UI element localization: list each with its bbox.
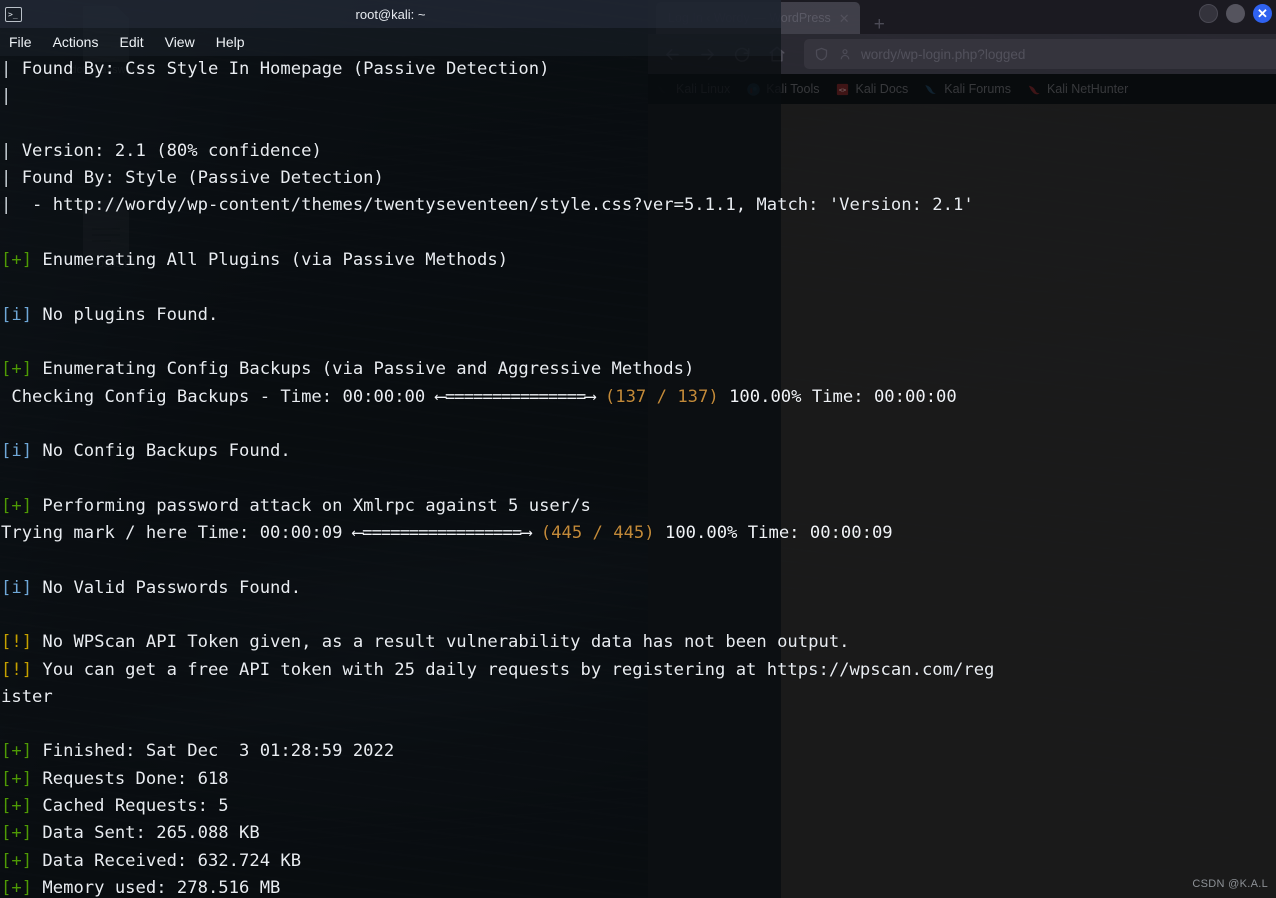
terminal-line: Checking Config Backups - Time: 00:00:00… xyxy=(1,384,1276,411)
line-text: Version: 2.1 (80% confidence) xyxy=(11,140,322,161)
line-marker: [+] xyxy=(1,823,33,844)
line-text: No Config Backups Found. xyxy=(32,441,291,462)
line-marker: [+] xyxy=(1,250,33,271)
terminal-line: | xyxy=(1,83,1276,110)
progress-percent: 100.00% xyxy=(654,523,738,544)
line-text: - http://wordy/wp-content/themes/twentys… xyxy=(11,195,974,216)
terminal-menu-bar: File Actions Edit View Help xyxy=(0,28,781,56)
terminal-line: [i] No Config Backups Found. xyxy=(1,438,1276,465)
terminal-line: [+] Cached Requests: 5 xyxy=(1,793,1276,820)
progress-bar-arrow: ⟵===============⟶ xyxy=(435,386,596,407)
line-text: Enumerating All Plugins (via Passive Met… xyxy=(32,250,509,271)
terminal-line: [+] Enumerating Config Backups (via Pass… xyxy=(1,356,1276,383)
line-marker: [+] xyxy=(1,850,33,871)
line-marker: [+] xyxy=(1,768,33,789)
terminal-line: [+] Data Received: 632.724 KB xyxy=(1,848,1276,875)
progress-percent: 100.00% xyxy=(718,386,802,407)
line-text: Finished: Sat Dec 3 01:28:59 2022 xyxy=(32,741,395,762)
line-text: ister xyxy=(1,686,53,707)
terminal-line: Trying mark / here Time: 00:00:09 ⟵=====… xyxy=(1,520,1276,547)
line-marker: | xyxy=(1,59,12,79)
line-text: Cached Requests: 5 xyxy=(32,796,229,817)
progress-count: (137 / 137) xyxy=(594,386,719,407)
line-marker: | xyxy=(1,140,12,161)
terminal-line: [+] Requests Done: 618 xyxy=(1,766,1276,793)
progress-time: Time: 00:00:09 xyxy=(737,523,893,544)
terminal-line: [!] You can get a free API token with 25… xyxy=(1,657,1276,684)
menu-item-file[interactable]: File xyxy=(9,34,32,50)
terminal-line: [+] Performing password attack on Xmlrpc… xyxy=(1,493,1276,520)
line-text: You can get a free API token with 25 dai… xyxy=(32,659,995,680)
new-tab-icon[interactable]: + xyxy=(874,15,885,34)
terminal-window-title: root@kali: ~ xyxy=(355,6,426,22)
line-marker: | xyxy=(1,195,12,216)
terminal-output: | Found By: Css Style In Homepage (Passi… xyxy=(0,56,1276,898)
menu-item-actions[interactable]: Actions xyxy=(53,34,99,50)
line-marker: [i] xyxy=(1,304,33,325)
progress-count: (445 / 445) xyxy=(530,523,655,544)
line-text: Enumerating Config Backups (via Passive … xyxy=(32,359,695,380)
line-marker: [+] xyxy=(1,877,33,898)
minimize-button[interactable] xyxy=(1199,4,1218,23)
line-marker: [+] xyxy=(1,359,33,380)
terminal-line: ister xyxy=(1,684,1276,711)
line-text: Data Sent: 265.088 KB xyxy=(32,823,260,844)
maximize-button[interactable] xyxy=(1226,4,1245,23)
progress-label: Checking Config Backups - Time: 00:00:00 xyxy=(1,386,436,407)
line-text: Performing password attack on Xmlrpc aga… xyxy=(32,495,591,516)
line-marker: [+] xyxy=(1,495,33,516)
line-marker: [+] xyxy=(1,796,33,817)
progress-label: Trying mark / here Time: 00:00:09 xyxy=(1,523,353,544)
menu-item-help[interactable]: Help xyxy=(216,34,245,50)
window-controls: ✕ xyxy=(1199,4,1272,23)
terminal-line: | Found By: Style (Passive Detection) xyxy=(1,165,1276,192)
terminal-line: | Version: 2.1 (80% confidence) xyxy=(1,138,1276,165)
line-marker: [i] xyxy=(1,441,33,462)
terminal-line: | - http://wordy/wp-content/themes/twent… xyxy=(1,192,1276,219)
line-text: Found By: Css Style In Homepage (Passive… xyxy=(11,59,550,79)
close-icon[interactable]: ✕ xyxy=(839,12,850,25)
line-text: No plugins Found. xyxy=(32,304,219,325)
progress-time: Time: 00:00:00 xyxy=(801,386,957,407)
terminal-line: [+] Finished: Sat Dec 3 01:28:59 2022 xyxy=(1,738,1276,765)
terminal-title-bar[interactable]: root@kali: ~ xyxy=(0,0,781,28)
progress-bar-arrow: ⟵=================⟶ xyxy=(352,523,532,544)
line-text: Memory used: 278.516 MB xyxy=(32,877,281,898)
terminal-line: [+] Memory used: 278.516 MB xyxy=(1,875,1276,898)
line-text: No Valid Passwords Found. xyxy=(32,577,302,598)
menu-item-view[interactable]: View xyxy=(165,34,195,50)
desktop-screen: dc6_password dc-6pass.txt Log In ‹ Wordy… xyxy=(0,0,1276,898)
line-text: Requests Done: 618 xyxy=(32,768,229,789)
line-marker: [!] xyxy=(1,659,33,680)
line-text: No WPScan API Token given, as a result v… xyxy=(32,632,850,653)
terminal-line: [i] No plugins Found. xyxy=(1,302,1276,329)
terminal-icon xyxy=(5,6,22,22)
line-marker: | xyxy=(1,168,12,189)
line-marker: | xyxy=(1,86,12,107)
terminal-line: [+] Data Sent: 265.088 KB xyxy=(1,820,1276,847)
menu-item-edit[interactable]: Edit xyxy=(119,34,143,50)
line-text: Data Received: 632.724 KB xyxy=(32,850,302,871)
terminal-line: | Found By: Css Style In Homepage (Passi… xyxy=(1,56,1276,83)
terminal-line: [!] No WPScan API Token given, as a resu… xyxy=(1,629,1276,656)
watermark: CSDN @K.A.L xyxy=(1192,878,1268,890)
line-marker: [i] xyxy=(1,577,33,598)
terminal-line: [+] Enumerating All Plugins (via Passive… xyxy=(1,247,1276,274)
line-marker: [+] xyxy=(1,741,33,762)
terminal-line: [i] No Valid Passwords Found. xyxy=(1,575,1276,602)
line-marker: [!] xyxy=(1,632,33,653)
close-button[interactable]: ✕ xyxy=(1253,4,1272,23)
line-text: Found By: Style (Passive Detection) xyxy=(11,168,384,189)
